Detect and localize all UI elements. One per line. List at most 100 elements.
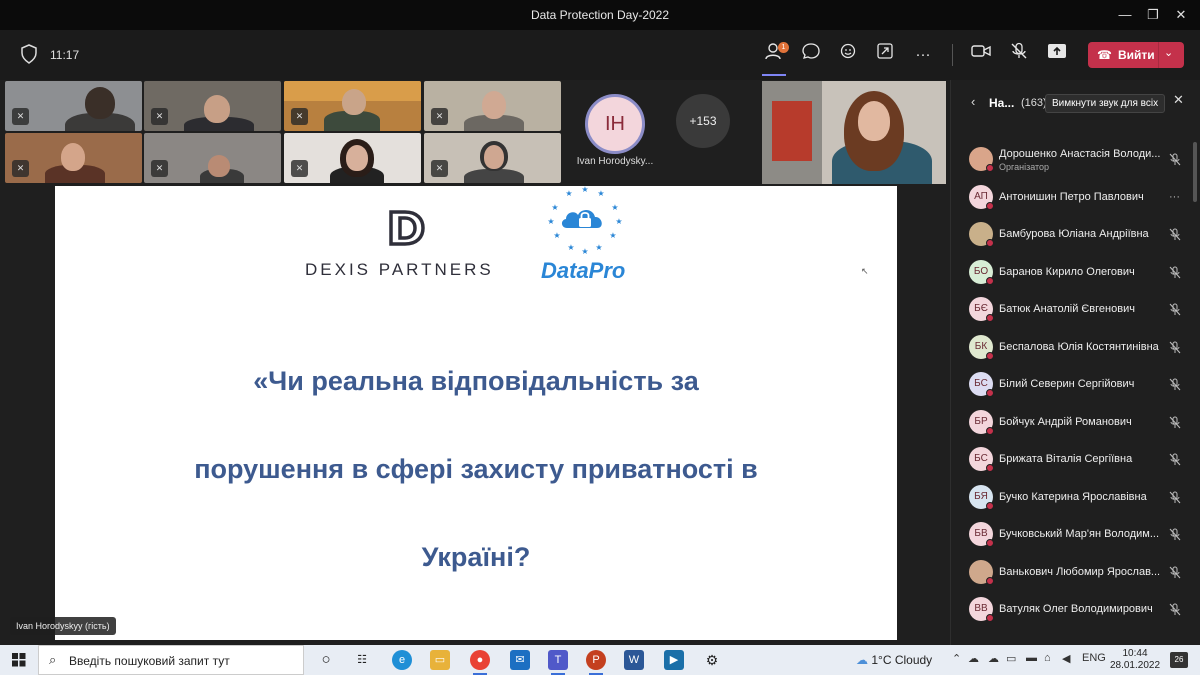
video-tile[interactable]: ✕: [284, 133, 421, 183]
rooms-icon[interactable]: [872, 42, 898, 68]
mic-muted-icon[interactable]: [1169, 153, 1181, 169]
camera-icon[interactable]: [968, 42, 994, 68]
leave-button[interactable]: ☎ Вийти ⌄: [1088, 42, 1184, 68]
chevron-down-icon[interactable]: ⌄: [1164, 46, 1173, 59]
reactions-icon[interactable]: [836, 42, 862, 68]
taskbar-search-box[interactable]: ⌕ Введіть пошуковий запит тут: [38, 645, 304, 675]
video-tile[interactable]: ✕: [144, 81, 281, 131]
video-tile[interactable]: ✕: [144, 133, 281, 183]
mail-icon[interactable]: ✉: [510, 650, 530, 670]
maximize-button[interactable]: ❐: [1140, 4, 1166, 26]
participant-name: Ванькович Любомир Ярослав...: [999, 565, 1161, 578]
participant-name: Дорошенко Анастасія Володи...: [999, 148, 1161, 160]
presence-status-dot: [986, 614, 994, 622]
input-language[interactable]: ENG: [1082, 652, 1106, 664]
presence-status-dot: [986, 351, 994, 360]
more-options-icon[interactable]: ···: [1169, 191, 1180, 203]
teams-icon[interactable]: T: [548, 650, 568, 675]
mic-muted-icon[interactable]: [1169, 566, 1181, 582]
participant-row[interactable]: БЄ Батюк Анатолій Євгенович: [951, 290, 1191, 328]
presence-status-dot: [986, 164, 994, 172]
mic-muted-icon[interactable]: [1169, 453, 1181, 469]
system-clock[interactable]: 10:44 28.01.2022: [1108, 648, 1162, 672]
close-panel-icon[interactable]: ✕: [1173, 92, 1184, 108]
video-tile[interactable]: ✕: [284, 81, 421, 131]
panel-title: На...: [989, 96, 1015, 110]
svg-text:★: ★: [565, 189, 572, 198]
mic-muted-icon[interactable]: [1169, 378, 1181, 394]
participant-row[interactable]: Дорошенко Анастасія Володи... Організатор: [951, 140, 1191, 178]
widgets-icon[interactable]: ☷: [352, 650, 372, 670]
chat-icon[interactable]: [798, 42, 824, 68]
participant-row[interactable]: БС Білий Северин Сергійович: [951, 365, 1191, 403]
mic-muted-icon[interactable]: [1169, 303, 1181, 319]
windows-start-icon[interactable]: [12, 653, 26, 667]
person-head: [204, 95, 230, 123]
word-icon[interactable]: W: [624, 650, 644, 670]
leave-label: Вийти: [1118, 48, 1155, 62]
participant-row[interactable]: БС Брижата Віталія Сергіївна: [951, 440, 1191, 478]
mic-muted-icon[interactable]: [1006, 42, 1032, 68]
settings-gear-icon[interactable]: ⚙: [702, 650, 722, 670]
scrollbar[interactable]: [1193, 142, 1197, 202]
meeting-toolbar: 11:17 1 ··· ☎ Вийти ⌄: [0, 30, 1200, 80]
video-tile[interactable]: ✕: [5, 133, 142, 183]
avatar[interactable]: IH: [585, 94, 645, 154]
onedrive-icon[interactable]: ☁: [968, 652, 979, 665]
participant-row[interactable]: БР Бойчук Андрій Романович: [951, 403, 1191, 441]
participant-row[interactable]: БВ Бучковський Мар'ян Володим...: [951, 515, 1191, 553]
share-screen-icon[interactable]: [1044, 42, 1070, 68]
participant-row[interactable]: БЯ Бучко Катерина Ярославівна: [951, 478, 1191, 516]
video-tile[interactable]: ✕: [424, 133, 561, 183]
chevron-up-icon[interactable]: ⌃: [952, 652, 961, 665]
mic-off-icon: ✕: [291, 108, 308, 125]
mic-muted-icon[interactable]: [1169, 491, 1181, 507]
svg-text:★: ★: [609, 231, 616, 240]
svg-text:★: ★: [611, 203, 618, 212]
mic-muted-icon[interactable]: [1169, 341, 1181, 357]
battery-icon[interactable]: ▬: [1026, 652, 1037, 664]
video-tile[interactable]: ✕: [5, 81, 142, 131]
participant-row[interactable]: БО Баранов Кирило Олегович: [951, 253, 1191, 291]
media-player-icon[interactable]: ▶: [664, 650, 684, 670]
file-explorer-icon[interactable]: ▭: [430, 650, 450, 670]
participant-row[interactable]: Ванькович Любомир Ярослав...: [951, 553, 1191, 591]
participant-row[interactable]: ВВ Ватуляк Олег Володимирович: [951, 590, 1191, 628]
more-participants-button[interactable]: +153: [676, 94, 730, 148]
datapro-logo-text: DataPro: [541, 258, 626, 283]
cloud-sync-icon[interactable]: ☁: [988, 652, 999, 665]
notifications-badge[interactable]: 26: [1170, 652, 1188, 668]
back-arrow-icon[interactable]: ‹: [971, 94, 975, 109]
mute-all-button[interactable]: Вимкнути звук для всіх: [1045, 94, 1166, 113]
mic-muted-icon[interactable]: [1169, 603, 1181, 619]
participant-row[interactable]: Бамбурова Юліана Андріївна: [951, 215, 1191, 253]
svg-text:★: ★: [567, 243, 574, 252]
mic-muted-icon[interactable]: [1169, 416, 1181, 432]
participants-panel: ‹ На... (163) Вимкнути звук для всіх ✕ Д…: [950, 80, 1200, 645]
windows-taskbar: ⌕ Введіть пошуковий запит тут ○ ☷ e ▭ ● …: [0, 645, 1200, 675]
task-view-icon[interactable]: ○: [316, 650, 336, 670]
camera-tray-icon[interactable]: ▭: [1006, 652, 1016, 665]
cloud-icon: ☁: [856, 653, 872, 667]
weather-widget[interactable]: ☁ 1°C Cloudy: [856, 653, 932, 667]
speaker-video-tile[interactable]: [762, 81, 946, 184]
mic-off-icon: ✕: [431, 108, 448, 125]
more-actions-icon[interactable]: ···: [910, 42, 936, 68]
mic-muted-icon[interactable]: [1169, 266, 1181, 282]
person-head: [858, 101, 890, 141]
person-head: [342, 89, 366, 115]
volume-icon[interactable]: ◀: [1062, 652, 1070, 665]
participant-row[interactable]: БК Беспалова Юлія Костянтинівна: [951, 328, 1191, 366]
powerpoint-icon[interactable]: P: [586, 650, 606, 675]
svg-text:★: ★: [595, 243, 602, 252]
participant-row[interactable]: АП Антонишин Петро Павлович ···: [951, 178, 1191, 216]
edge-browser-icon[interactable]: e: [392, 650, 412, 670]
mic-muted-icon[interactable]: [1169, 528, 1181, 544]
chrome-icon[interactable]: ●: [470, 650, 490, 675]
video-tile[interactable]: ✕: [424, 81, 561, 131]
minimize-button[interactable]: —: [1112, 4, 1138, 26]
mic-off-icon: ✕: [12, 108, 29, 125]
mic-muted-icon[interactable]: [1169, 228, 1181, 244]
network-icon[interactable]: ⌂: [1044, 652, 1051, 664]
close-window-button[interactable]: ✕: [1168, 4, 1194, 26]
